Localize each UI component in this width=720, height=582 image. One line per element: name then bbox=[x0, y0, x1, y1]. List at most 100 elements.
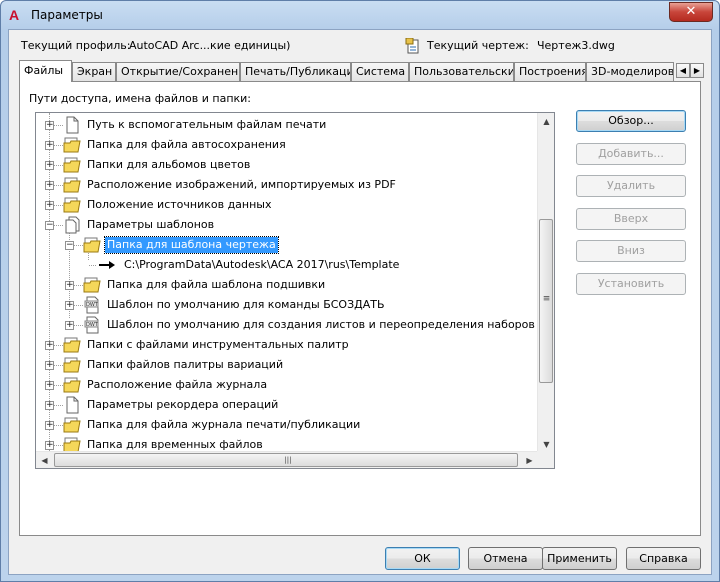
folder-icon bbox=[63, 377, 81, 393]
tree-item-path: C:\ProgramData\Autodesk\ACA 2017\rus\Tem… bbox=[124, 258, 400, 271]
tab-files[interactable]: Файлы bbox=[19, 60, 72, 82]
expand-icon[interactable]: + bbox=[45, 161, 54, 170]
tree-item-label: Папка для шаблона чертежа bbox=[104, 236, 279, 254]
expand-icon[interactable]: + bbox=[65, 301, 74, 310]
current-profile-label: Текущий профиль: bbox=[21, 39, 131, 52]
expand-icon[interactable]: + bbox=[45, 421, 54, 430]
tab-3d-modeling[interactable]: 3D-моделирова bbox=[586, 62, 674, 81]
tree-item-label: Папка для файла журнала печати/публикаци… bbox=[87, 418, 361, 431]
tree-item[interactable]: + Параметры рекордера операций bbox=[36, 395, 536, 415]
window-title: Параметры bbox=[31, 8, 103, 22]
scroll-right-icon[interactable]: ▶ bbox=[521, 452, 538, 468]
tab-system[interactable]: Система bbox=[351, 62, 409, 81]
tree-item-label: Расположение файла журнала bbox=[87, 378, 268, 391]
tab-scroll-right-icon[interactable]: ▶ bbox=[690, 63, 704, 78]
tree-item-label: Папка для файла автосохранения bbox=[87, 138, 286, 151]
folder-icon bbox=[63, 197, 81, 213]
tree-item[interactable]: + Папка для файла шаблона подшивки bbox=[36, 275, 536, 295]
documents-icon bbox=[65, 216, 80, 234]
tree-item-label: Положение источников данных bbox=[87, 198, 272, 211]
paths-label: Пути доступа, имена файлов и папки: bbox=[29, 92, 252, 105]
tree-item[interactable]: + DWT Шаблон по умолчанию для создания л… bbox=[36, 315, 554, 335]
tree-item[interactable]: + Папки файлов палитры вариаций bbox=[36, 355, 536, 375]
dwt-icon: DWT bbox=[84, 316, 99, 334]
scroll-grip-icon: ||| bbox=[284, 456, 292, 464]
expand-icon[interactable]: + bbox=[45, 341, 54, 350]
add-button[interactable]: Добавить... bbox=[576, 143, 686, 165]
tree-item[interactable]: + DWT Шаблон по умолчанию для команды БС… bbox=[36, 295, 536, 315]
expand-icon[interactable]: + bbox=[45, 141, 54, 150]
tree-vertical-scrollbar[interactable]: ▲ ≡ ▼ bbox=[537, 113, 554, 453]
tree-item[interactable]: + Папка для файла автосохранения bbox=[36, 135, 536, 155]
tree-item[interactable]: + Расположение файла журнала bbox=[36, 375, 536, 395]
tab-open-save[interactable]: Открытие/Сохранение bbox=[116, 62, 240, 81]
apply-button[interactable]: Применить bbox=[542, 547, 617, 570]
tree-horizontal-scrollbar[interactable]: ◀ ||| ▶ bbox=[36, 451, 538, 468]
collapse-icon[interactable]: − bbox=[45, 221, 54, 230]
browse-button[interactable]: Обзор... bbox=[576, 110, 686, 132]
tree-item[interactable]: C:\ProgramData\Autodesk\ACA 2017\rus\Tem… bbox=[36, 255, 536, 275]
help-button[interactable]: Справка bbox=[626, 547, 701, 570]
tree-item-label: Шаблон по умолчанию для команды БСОЗДАТЬ bbox=[107, 298, 385, 311]
expand-icon[interactable]: + bbox=[45, 201, 54, 210]
autocad-logo-icon: A bbox=[9, 7, 20, 23]
folder-icon bbox=[63, 157, 81, 173]
title-bar: A Параметры ✕ bbox=[1, 1, 719, 29]
expand-icon[interactable]: + bbox=[45, 381, 54, 390]
options-dialog: A Параметры ✕ Текущий профиль: AutoCAD A… bbox=[0, 0, 720, 582]
search-paths-tree[interactable]: + Путь к вспомогательным файлам печати +… bbox=[35, 112, 555, 469]
document-icon bbox=[66, 396, 79, 414]
folder-icon bbox=[63, 357, 81, 373]
expand-icon[interactable]: + bbox=[45, 181, 54, 190]
scroll-grip-icon: ≡ bbox=[542, 294, 551, 304]
expand-icon[interactable]: + bbox=[45, 441, 54, 450]
collapse-icon[interactable]: − bbox=[65, 241, 74, 250]
tree-item[interactable]: − Папка для шаблона чертежа bbox=[36, 235, 536, 255]
current-drawing-value: Чертеж3.dwg bbox=[537, 39, 615, 52]
tab-display[interactable]: Экран bbox=[72, 62, 116, 81]
remove-button[interactable]: Удалить bbox=[576, 175, 686, 197]
tab-plot-publish[interactable]: Печать/Публикация bbox=[240, 62, 351, 81]
expand-icon[interactable]: + bbox=[65, 321, 74, 330]
expand-icon[interactable]: + bbox=[65, 281, 74, 290]
tree-item-label: Папки для альбомов цветов bbox=[87, 158, 251, 171]
folder-icon bbox=[63, 137, 81, 153]
svg-text:DWT: DWT bbox=[86, 322, 99, 328]
current-profile-value: AutoCAD Arc...кие единицы) bbox=[129, 39, 291, 52]
tree-item-label: Шаблон по умолчанию для создания листов … bbox=[107, 318, 555, 331]
svg-text:DWT: DWT bbox=[86, 302, 99, 308]
tab-drafting[interactable]: Построения bbox=[514, 62, 586, 81]
tree-item-label: Папки файлов палитры вариаций bbox=[87, 358, 284, 371]
tree-item[interactable]: − Параметры шаблонов bbox=[36, 215, 536, 235]
tree-item[interactable]: + Положение источников данных bbox=[36, 195, 536, 215]
tree-item[interactable]: + Путь к вспомогательным файлам печати bbox=[36, 115, 536, 135]
dialog-body: Текущий профиль: AutoCAD Arc...кие едини… bbox=[8, 29, 712, 575]
dwt-icon: DWT bbox=[84, 296, 99, 314]
ok-button[interactable]: ОК bbox=[385, 547, 460, 570]
tab-user-preferences[interactable]: Пользовательские bbox=[409, 62, 514, 81]
arrow-icon bbox=[99, 261, 115, 269]
tab-strip: Файлы Экран Открытие/Сохранение Печать/П… bbox=[19, 60, 704, 82]
cancel-button[interactable]: Отмена bbox=[468, 547, 543, 570]
profile-row: Текущий профиль: AutoCAD Arc...кие едини… bbox=[21, 38, 701, 55]
folder-open-icon bbox=[83, 237, 101, 253]
drawing-file-icon bbox=[405, 38, 419, 54]
document-icon bbox=[66, 116, 79, 134]
tree-item[interactable]: + Папки для альбомов цветов bbox=[36, 155, 536, 175]
scroll-up-icon[interactable]: ▲ bbox=[538, 113, 554, 130]
tree-item-label: Параметры рекордера операций bbox=[87, 398, 279, 411]
files-panel: Пути доступа, имена файлов и папки: + Пу… bbox=[19, 81, 701, 536]
close-button[interactable]: ✕ bbox=[669, 2, 713, 22]
scroll-left-icon[interactable]: ◀ bbox=[36, 452, 53, 468]
tab-scroll-left-icon[interactable]: ◀ bbox=[676, 63, 690, 78]
expand-icon[interactable]: + bbox=[45, 401, 54, 410]
tree-item[interactable]: + Папки с файлами инструментальных палит… bbox=[36, 335, 536, 355]
move-up-button[interactable]: Вверх bbox=[576, 208, 686, 230]
tree-item[interactable]: + Расположение изображений, импортируемы… bbox=[36, 175, 536, 195]
expand-icon[interactable]: + bbox=[45, 121, 54, 130]
move-down-button[interactable]: Вниз bbox=[576, 240, 686, 262]
current-drawing-label: Текущий чертеж: bbox=[427, 39, 529, 52]
set-current-button[interactable]: Установить bbox=[576, 273, 686, 295]
expand-icon[interactable]: + bbox=[45, 361, 54, 370]
tree-item[interactable]: + Папка для файла журнала печати/публика… bbox=[36, 415, 536, 435]
